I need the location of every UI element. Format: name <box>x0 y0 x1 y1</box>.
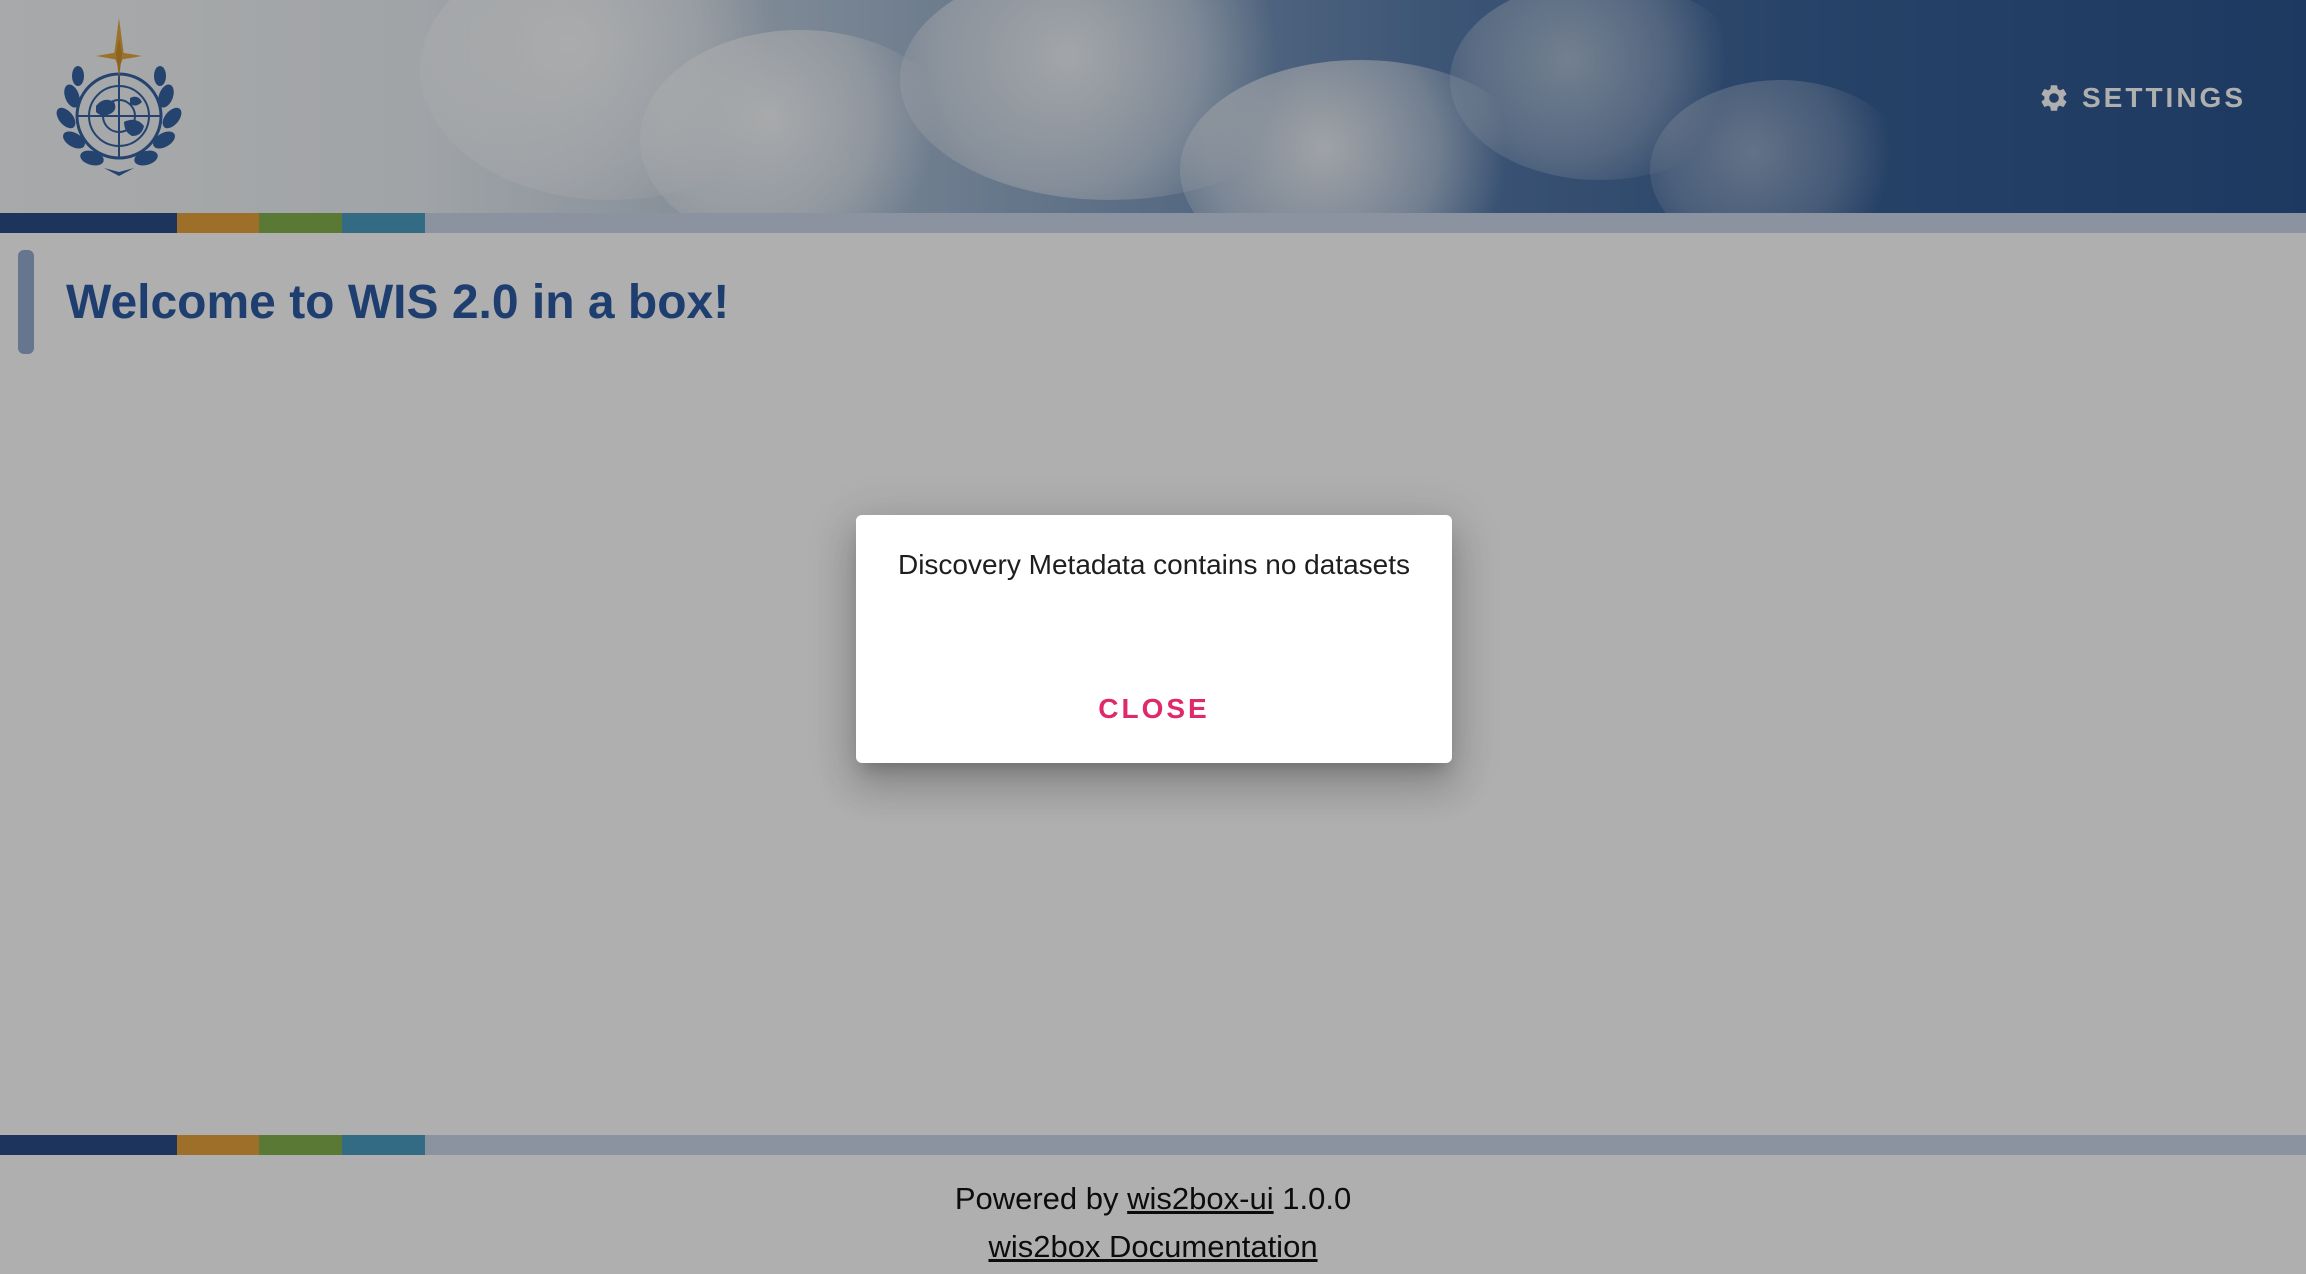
app-page: SETTINGS Welcome to WIS 2.0 in a box! Po… <box>0 0 2306 1274</box>
alert-dialog: Discovery Metadata contains no datasets … <box>856 515 1452 763</box>
close-button[interactable]: CLOSE <box>1080 687 1227 731</box>
dialog-message: Discovery Metadata contains no datasets <box>897 549 1411 580</box>
